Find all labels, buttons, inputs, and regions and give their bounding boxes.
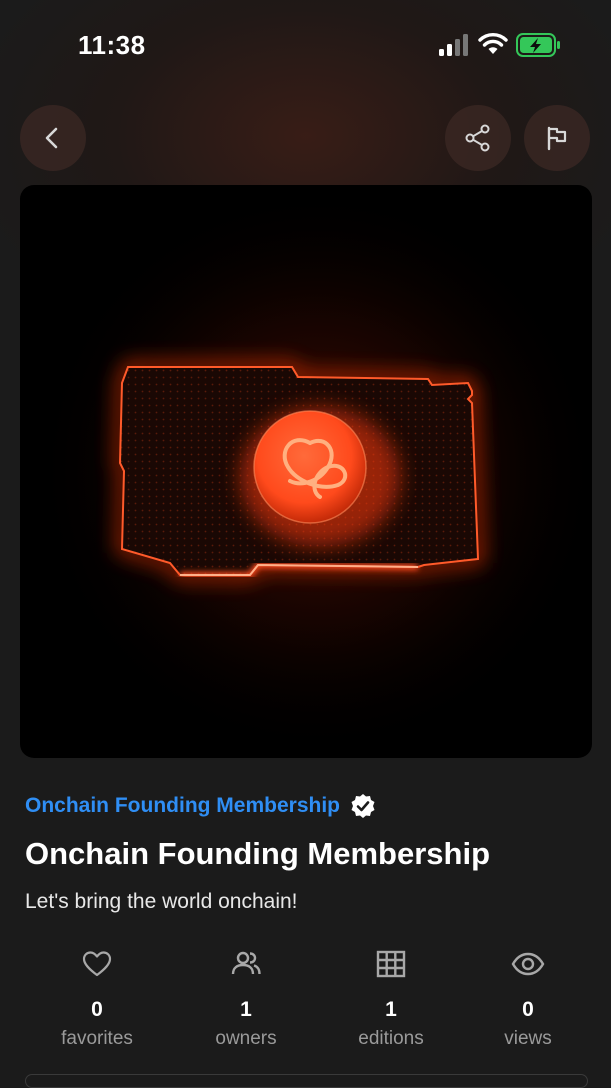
report-flag-button[interactable] [524, 105, 590, 171]
stats-row: 0 favorites 1 owners 1 editions 0 views [0, 940, 611, 1060]
stat-value: 1 [385, 998, 397, 1021]
stat-value: 0 [91, 998, 103, 1021]
stat-editions[interactable]: 1 editions [321, 940, 461, 1050]
users-icon [231, 951, 261, 975]
wifi-icon [478, 33, 508, 54]
verified-badge-icon [351, 794, 375, 818]
membership-card-artwork [20, 185, 592, 758]
stat-owners[interactable]: 1 owners [176, 940, 316, 1050]
stat-label: editions [358, 1028, 424, 1049]
stat-value: 0 [522, 998, 534, 1021]
collection-name[interactable]: Onchain Founding Membership [25, 794, 340, 818]
status-bar: 11:38 [0, 0, 611, 92]
nft-media[interactable] [20, 185, 592, 758]
nft-description: Let's bring the world onchain! [25, 890, 298, 913]
heart-icon [82, 951, 112, 977]
share-icon [465, 124, 490, 152]
eye-icon [511, 952, 545, 976]
next-section-edge [25, 1074, 588, 1088]
status-time: 11:38 [78, 30, 146, 60]
stat-label: favorites [61, 1028, 133, 1049]
share-button[interactable] [445, 105, 511, 171]
stat-label: owners [215, 1028, 277, 1049]
collection-link[interactable]: Onchain Founding Membership [25, 790, 376, 822]
flag-icon [547, 126, 567, 151]
chevron-left-icon [45, 127, 58, 149]
stat-favorites[interactable]: 0 favorites [27, 940, 167, 1050]
nft-title: Onchain Founding Membership [25, 836, 490, 871]
battery-charging-icon [516, 33, 560, 57]
grid-icon [376, 950, 406, 978]
stat-label: views [504, 1028, 552, 1049]
stat-views[interactable]: 0 views [458, 940, 598, 1050]
back-button[interactable] [20, 105, 86, 171]
stat-value: 1 [240, 998, 252, 1021]
cellular-signal-icon [439, 34, 468, 56]
